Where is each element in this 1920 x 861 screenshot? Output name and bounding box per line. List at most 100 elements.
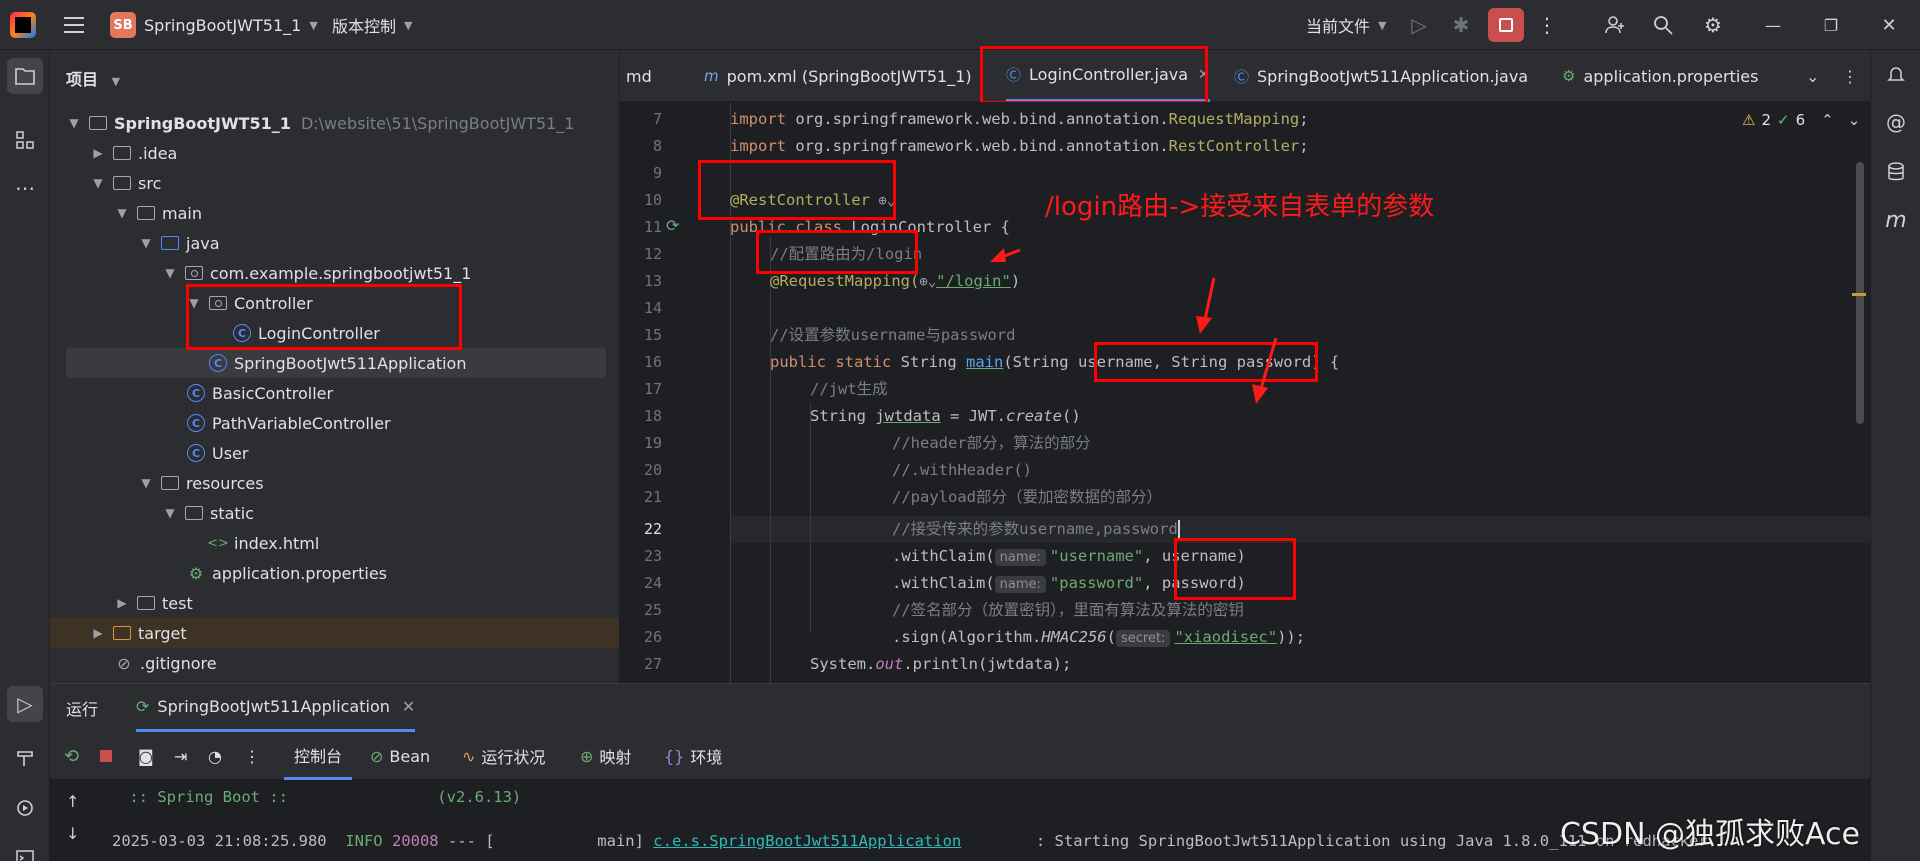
rerun-icon[interactable]: ⟲ xyxy=(64,732,79,780)
tab-pom-xml[interactable]: m pom.xml (SpringBootJWT51_1) xyxy=(704,50,972,102)
tree-item-idea[interactable]: ▶ .idea xyxy=(50,138,610,168)
chevron-right-icon: ▶ xyxy=(93,146,103,160)
screenshot-icon[interactable]: ◙ xyxy=(138,732,154,780)
code-line-26: .sign(Algorithm.HMAC256(secret: "xiaodise… xyxy=(892,628,1306,647)
chevron-down-icon: ▼ xyxy=(165,266,175,280)
tree-item-project-root[interactable]: ▼ SpringBootJWT51_1 D:\website\51\Spring… xyxy=(50,108,610,138)
tree-item-target[interactable]: ▶ target xyxy=(50,618,619,648)
run-tool-icon[interactable]: ▷ xyxy=(7,686,43,722)
minimize-icon[interactable]: — xyxy=(1756,0,1790,50)
build-tool-icon[interactable] xyxy=(7,740,43,776)
tab-label: 控制台 xyxy=(294,746,343,766)
tree-item-application-class[interactable]: C SpringBootJwt511Application xyxy=(66,348,606,378)
folder-icon xyxy=(136,594,156,612)
class-icon: C xyxy=(186,384,206,402)
properties-file-icon: ⚙ xyxy=(1562,67,1576,85)
tree-item-index-html[interactable]: <> index.html xyxy=(50,528,610,558)
tab-label: 运行状况 xyxy=(481,748,546,767)
run-config-tab[interactable]: ⟳ SpringBootJwt511Application ✕ xyxy=(136,684,416,732)
project-switcher[interactable]: SpringBootJWT51_1 ▼ xyxy=(144,0,318,50)
project-tool-icon[interactable] xyxy=(7,58,43,94)
source-folder-icon xyxy=(160,234,180,252)
warning-stripe-marker[interactable] xyxy=(1852,293,1866,296)
structure-tool-icon[interactable] xyxy=(7,122,43,158)
database-icon[interactable] xyxy=(1878,154,1914,190)
chevron-right-icon: ▶ xyxy=(117,596,127,610)
stop-button[interactable] xyxy=(1488,8,1524,42)
tab-environment[interactable]: {} 环境 xyxy=(664,732,722,780)
line-number: 19 xyxy=(643,434,662,452)
chevron-down-icon: ▼ xyxy=(1378,18,1387,32)
tree-item-test[interactable]: ▶ test xyxy=(50,588,610,618)
tree-item-java[interactable]: ▼ java xyxy=(50,228,610,258)
tree-item-main[interactable]: ▼ main xyxy=(50,198,610,228)
spring-boot-class-icon: C xyxy=(208,354,228,372)
tab-console[interactable]: 控制台 xyxy=(284,732,353,780)
terminal-tool-icon[interactable] xyxy=(7,840,43,861)
notifications-icon[interactable] xyxy=(1878,56,1914,92)
exit-icon[interactable]: ⇥ xyxy=(174,732,187,780)
tree-item-gitignore[interactable]: ⊘ .gitignore xyxy=(50,648,610,678)
tree-item-label: .gitignore xyxy=(140,653,217,673)
tab-application-java[interactable]: Ⓒ SpringBootJwt511Application.java xyxy=(1234,50,1528,102)
run-icon[interactable]: ▷ xyxy=(1402,0,1436,50)
annotation-box-active-tab xyxy=(980,46,1208,104)
close-tab-icon[interactable]: ✕ xyxy=(402,697,415,716)
more-actions-icon[interactable]: ⋮ xyxy=(1530,0,1564,50)
ai-assistant-icon[interactable]: @ xyxy=(1878,104,1914,140)
tree-item-label: User xyxy=(212,443,249,463)
tree-item-pathvariablecontroller[interactable]: C PathVariableController xyxy=(50,408,610,438)
maven-tool-icon[interactable]: m xyxy=(1878,202,1914,238)
tabs-dropdown-icon[interactable]: ⌄ xyxy=(1806,50,1819,102)
folder-icon xyxy=(112,174,132,192)
settings-gear-icon[interactable]: ⚙ xyxy=(1696,0,1730,50)
gauge-icon[interactable]: ◔ xyxy=(208,732,222,780)
tab-label: SpringBootJwt511Application.java xyxy=(1257,66,1529,86)
restore-icon[interactable]: ❐ xyxy=(1814,0,1848,50)
tree-item-resources[interactable]: ▼ resources xyxy=(50,468,610,498)
search-icon[interactable] xyxy=(1646,0,1680,50)
add-user-icon[interactable] xyxy=(1598,0,1632,50)
tree-item-label: java xyxy=(186,233,220,253)
services-tool-icon[interactable] xyxy=(7,790,43,826)
chevron-up-icon[interactable]: ⌃ xyxy=(1821,111,1834,129)
tab-bean[interactable]: ⊘ Bean xyxy=(370,732,430,780)
main-menu-icon[interactable] xyxy=(62,0,86,50)
tabs-more-icon[interactable]: ⋮ xyxy=(1842,50,1858,102)
run-config-selector[interactable]: 当前文件 ▼ xyxy=(1306,0,1386,50)
line-number: 23 xyxy=(643,547,662,565)
line-number: 15 xyxy=(643,326,662,344)
spring-bean-gutter-icon[interactable]: ⟳ xyxy=(666,216,679,235)
tab-md[interactable]: md xyxy=(626,50,652,102)
vcs-menu[interactable]: 版本控制 ▼ xyxy=(332,0,412,50)
tree-item-application-properties[interactable]: ⚙ application.properties xyxy=(50,558,610,588)
code-editor[interactable]: 7 8 9 10 11 12 13 14 15 16 17 18 19 20 2… xyxy=(620,102,1870,683)
scroll-down-icon[interactable]: ↓ xyxy=(66,824,79,843)
scroll-up-icon[interactable]: ↑ xyxy=(66,792,79,811)
more-icon[interactable]: ⋮ xyxy=(244,732,260,780)
project-panel-header[interactable]: 项目 ▼ xyxy=(66,66,120,90)
tree-item-basiccontroller[interactable]: C BasicController xyxy=(50,378,610,408)
code-line-27: System.out.println(jwtdata); xyxy=(810,655,1072,673)
tree-item-label: static xyxy=(210,503,254,523)
console-log-line: 2025-03-03 21:08:25.980 INFO 20008 --- [… xyxy=(112,832,1708,850)
watermark: CSDN @独孤求败Ace xyxy=(1559,817,1860,852)
tree-item-static[interactable]: ▼ static xyxy=(50,498,610,528)
tab-label: Bean xyxy=(389,746,431,766)
code-line-19: //header部分，算法的部分 xyxy=(892,434,1091,452)
close-window-icon[interactable]: ✕ xyxy=(1872,0,1906,50)
chevron-down-icon: ▼ xyxy=(117,206,127,220)
tab-health[interactable]: ∿ 运行状况 xyxy=(462,732,545,780)
tree-item-src[interactable]: ▼ src xyxy=(50,168,610,198)
tree-item-label: test xyxy=(162,593,193,613)
code-line-7: import org.springframework.web.bind.anno… xyxy=(730,110,1309,128)
inspection-widget[interactable]: ⚠ 2 ✓ 6 ⌃ ⌄ xyxy=(1742,108,1860,132)
tree-item-user[interactable]: C User xyxy=(50,438,610,468)
tab-mappings[interactable]: ⊕ 映射 xyxy=(580,732,631,780)
more-tools-icon[interactable]: ⋯ xyxy=(7,170,43,206)
chevron-down-icon[interactable]: ⌄ xyxy=(1848,111,1861,129)
tab-application-properties[interactable]: ⚙ application.properties xyxy=(1562,50,1758,102)
stop-run-icon[interactable] xyxy=(100,732,112,780)
debug-icon[interactable]: ✱ xyxy=(1444,0,1478,50)
package-icon xyxy=(184,264,204,282)
